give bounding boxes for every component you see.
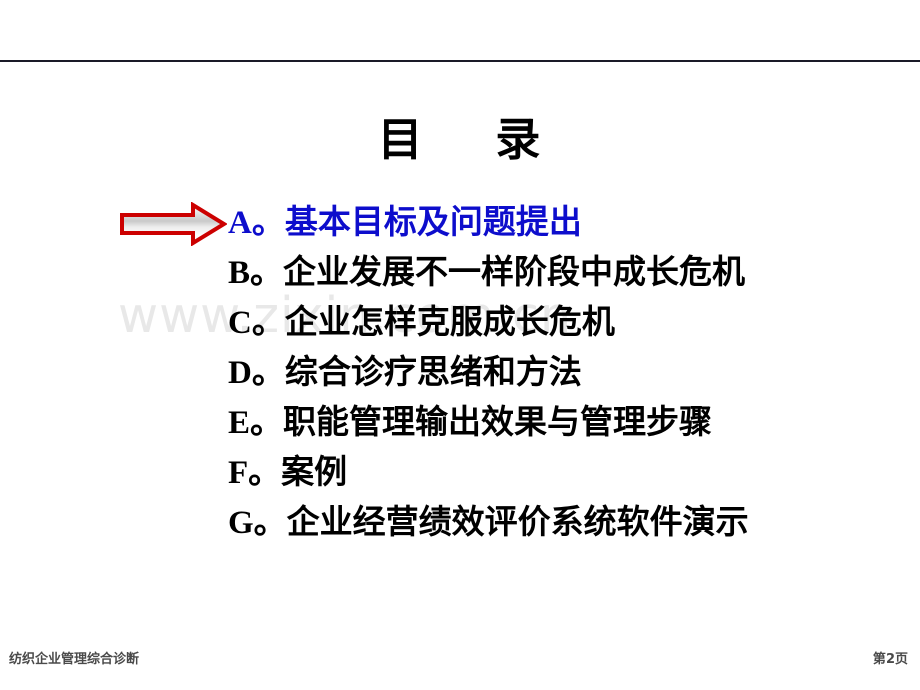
toc-item-letter: B。 [228, 255, 284, 291]
toc-item-g[interactable]: G。企业经营绩效评价系统软件演示 [228, 497, 898, 547]
toc-item-letter: A。 [228, 205, 285, 241]
page-title: 目 录 [377, 113, 543, 166]
slide-canvas: www.zixin.com.cn 目 录 A。基本目标及问题提出 B。企业发展不… [0, 0, 920, 690]
toc-item-letter: E。 [228, 405, 284, 441]
toc-item-letter: G。 [228, 505, 287, 541]
page-number: 2 [885, 652, 895, 667]
toc-item-letter: D。 [228, 355, 285, 391]
toc-item-label: 案例 [281, 452, 348, 491]
toc-item-e[interactable]: E。职能管理输出效果与管理步骤 [228, 397, 898, 447]
toc-item-letter: C。 [228, 305, 285, 341]
page-suffix-label: 页 [894, 652, 908, 667]
toc-item-b[interactable]: B。企业发展不一样阶段中成长危机 [228, 247, 898, 297]
toc-item-label: 综合诊疗思绪和方法 [284, 352, 582, 391]
toc-item-a[interactable]: A。基本目标及问题提出 [228, 197, 898, 247]
toc-item-c[interactable]: C。企业怎样克服成长危机 [228, 297, 898, 347]
toc-item-label: 企业怎样克服成长危机 [284, 302, 615, 341]
toc-item-f[interactable]: F。案例 [228, 447, 898, 497]
footer-document-title: 纺织企业管理综合诊断 [9, 652, 140, 667]
toc-item-d[interactable]: D。综合诊疗思绪和方法 [228, 347, 898, 397]
page-prefix-label: 第 [872, 652, 886, 667]
header-divider [0, 60, 920, 62]
toc-item-label: 基本目标及问题提出 [284, 202, 582, 241]
toc-item-label: 企业发展不一样阶段中成长危机 [283, 252, 746, 291]
toc-item-label: 职能管理输出效果与管理步骤 [283, 402, 713, 441]
toc-item-label: 企业经营绩效评价系统软件演示 [286, 502, 749, 541]
right-arrow-icon [119, 201, 228, 247]
toc-list: A。基本目标及问题提出 B。企业发展不一样阶段中成长危机 C。企业怎样克服成长危… [228, 197, 898, 547]
toc-item-letter: F。 [228, 455, 282, 491]
footer-page-indicator: 第2页 [873, 648, 908, 667]
